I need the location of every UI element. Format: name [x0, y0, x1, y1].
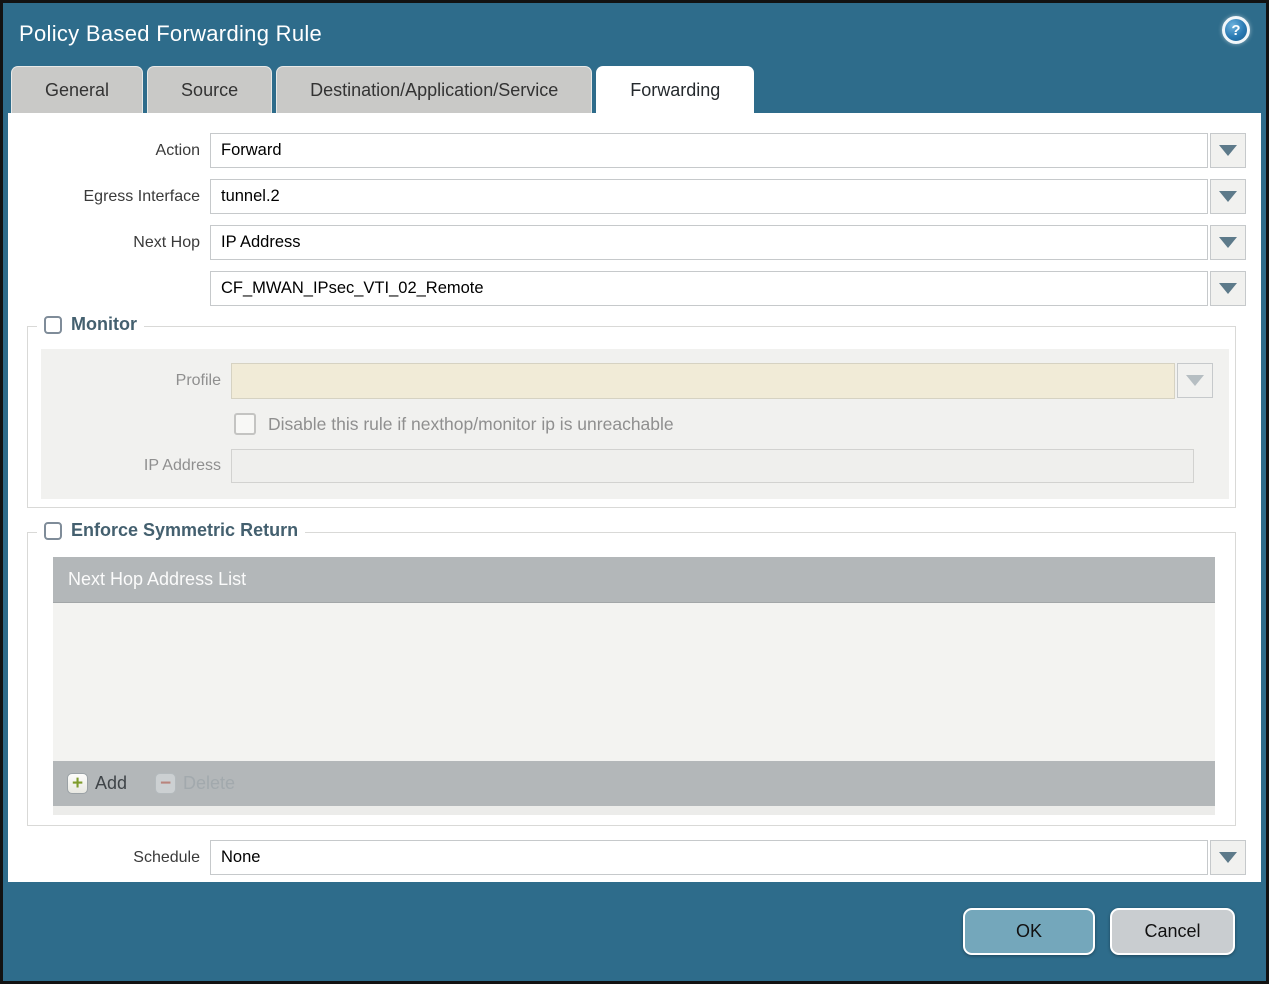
add-button-label: Add [95, 773, 128, 793]
next-hop-row: Next Hop IP Address [8, 225, 1246, 260]
disable-rule-label: Disable this rule if nexthop/monitor ip … [268, 413, 674, 434]
monitor-legend: Monitor [37, 314, 144, 335]
profile-label: Profile [175, 372, 221, 389]
monitor-ip-address-label: IP Address [143, 457, 221, 474]
schedule-dropdown-button[interactable] [1210, 840, 1246, 875]
chevron-down-icon [1219, 145, 1237, 156]
egress-interface-dropdown-button[interactable] [1210, 179, 1246, 214]
schedule-row: Schedule None [8, 840, 1246, 875]
disable-rule-row: Disable this rule if nexthop/monitor ip … [234, 413, 1221, 435]
profile-row: Profile [41, 363, 1221, 399]
enforce-symmetric-return-legend: Enforce Symmetric Return [37, 520, 306, 541]
table-bottom-strip [53, 806, 1215, 815]
monitor-ip-address-field [231, 449, 1194, 483]
action-dropdown-button[interactable] [1210, 133, 1246, 168]
next-hop-address-list-body[interactable] [53, 603, 1215, 761]
dialog-footer: OK Cancel [3, 882, 1266, 981]
next-hop-label: Next Hop [133, 233, 200, 251]
egress-interface-combo[interactable]: tunnel.2 [210, 179, 1208, 214]
next-hop-type-combo[interactable]: IP Address [210, 225, 1208, 260]
action-label: Action [155, 141, 200, 159]
plus-icon: + [67, 773, 88, 794]
enforce-symmetric-return-checkbox[interactable] [44, 521, 62, 540]
profile-combo [231, 363, 1175, 399]
disable-rule-checkbox [234, 413, 256, 435]
policy-based-forwarding-dialog: Policy Based Forwarding Rule ? General S… [0, 0, 1269, 984]
minus-icon: − [155, 773, 177, 794]
next-hop-address-row: CF_MWAN_IPsec_VTI_02_Remote [8, 271, 1246, 306]
ok-button[interactable]: OK [963, 908, 1095, 955]
title-bar: Policy Based Forwarding Rule ? [3, 3, 1266, 65]
schedule-label: Schedule [133, 848, 200, 866]
tab-source[interactable]: Source [147, 66, 273, 113]
chevron-down-icon [1219, 852, 1237, 863]
tab-bar: General Source Destination/Application/S… [3, 65, 1266, 113]
monitor-panel: Profile Disable this rule if nexthop/mon… [41, 349, 1229, 499]
monitor-group: Monitor Profile Disable this rule if nex… [27, 314, 1236, 508]
next-hop-address-list-header: Next Hop Address List [53, 557, 1215, 603]
chevron-down-icon [1219, 283, 1237, 294]
enforce-symmetric-return-legend-label: Enforce Symmetric Return [71, 520, 299, 540]
monitor-ip-address-row: IP Address [41, 449, 1221, 483]
chevron-down-icon [1186, 375, 1204, 386]
delete-button-label: Delete [183, 773, 236, 793]
monitor-legend-label: Monitor [71, 314, 137, 334]
add-button[interactable]: + Add [67, 773, 127, 794]
egress-interface-label: Egress Interface [83, 187, 201, 205]
forwarding-tab-panel: Action Forward Egress Interface tunnel.2… [8, 113, 1261, 882]
action-combo[interactable]: Forward [210, 133, 1208, 168]
egress-interface-row: Egress Interface tunnel.2 [8, 179, 1246, 214]
help-icon[interactable]: ? [1222, 16, 1250, 44]
next-hop-address-dropdown-button[interactable] [1210, 271, 1246, 306]
tab-destination-application-service[interactable]: Destination/Application/Service [276, 66, 593, 113]
delete-button: − Delete [155, 773, 235, 794]
tab-forwarding[interactable]: Forwarding [596, 66, 755, 113]
monitor-checkbox[interactable] [44, 315, 62, 334]
next-hop-dropdown-button[interactable] [1210, 225, 1246, 260]
profile-dropdown-button [1177, 363, 1213, 398]
chevron-down-icon [1219, 237, 1237, 248]
next-hop-address-list-table: Next Hop Address List + Add − Delete [53, 557, 1215, 815]
enforce-symmetric-return-group: Enforce Symmetric Return Next Hop Addres… [27, 520, 1236, 826]
action-row: Action Forward [8, 133, 1246, 168]
chevron-down-icon [1219, 191, 1237, 202]
tab-general[interactable]: General [11, 66, 144, 113]
dialog-title: Policy Based Forwarding Rule [19, 21, 323, 46]
next-hop-address-list-toolbar: + Add − Delete [53, 761, 1215, 806]
schedule-combo[interactable]: None [210, 840, 1208, 875]
next-hop-address-combo[interactable]: CF_MWAN_IPsec_VTI_02_Remote [210, 271, 1208, 306]
cancel-button[interactable]: Cancel [1110, 908, 1235, 955]
